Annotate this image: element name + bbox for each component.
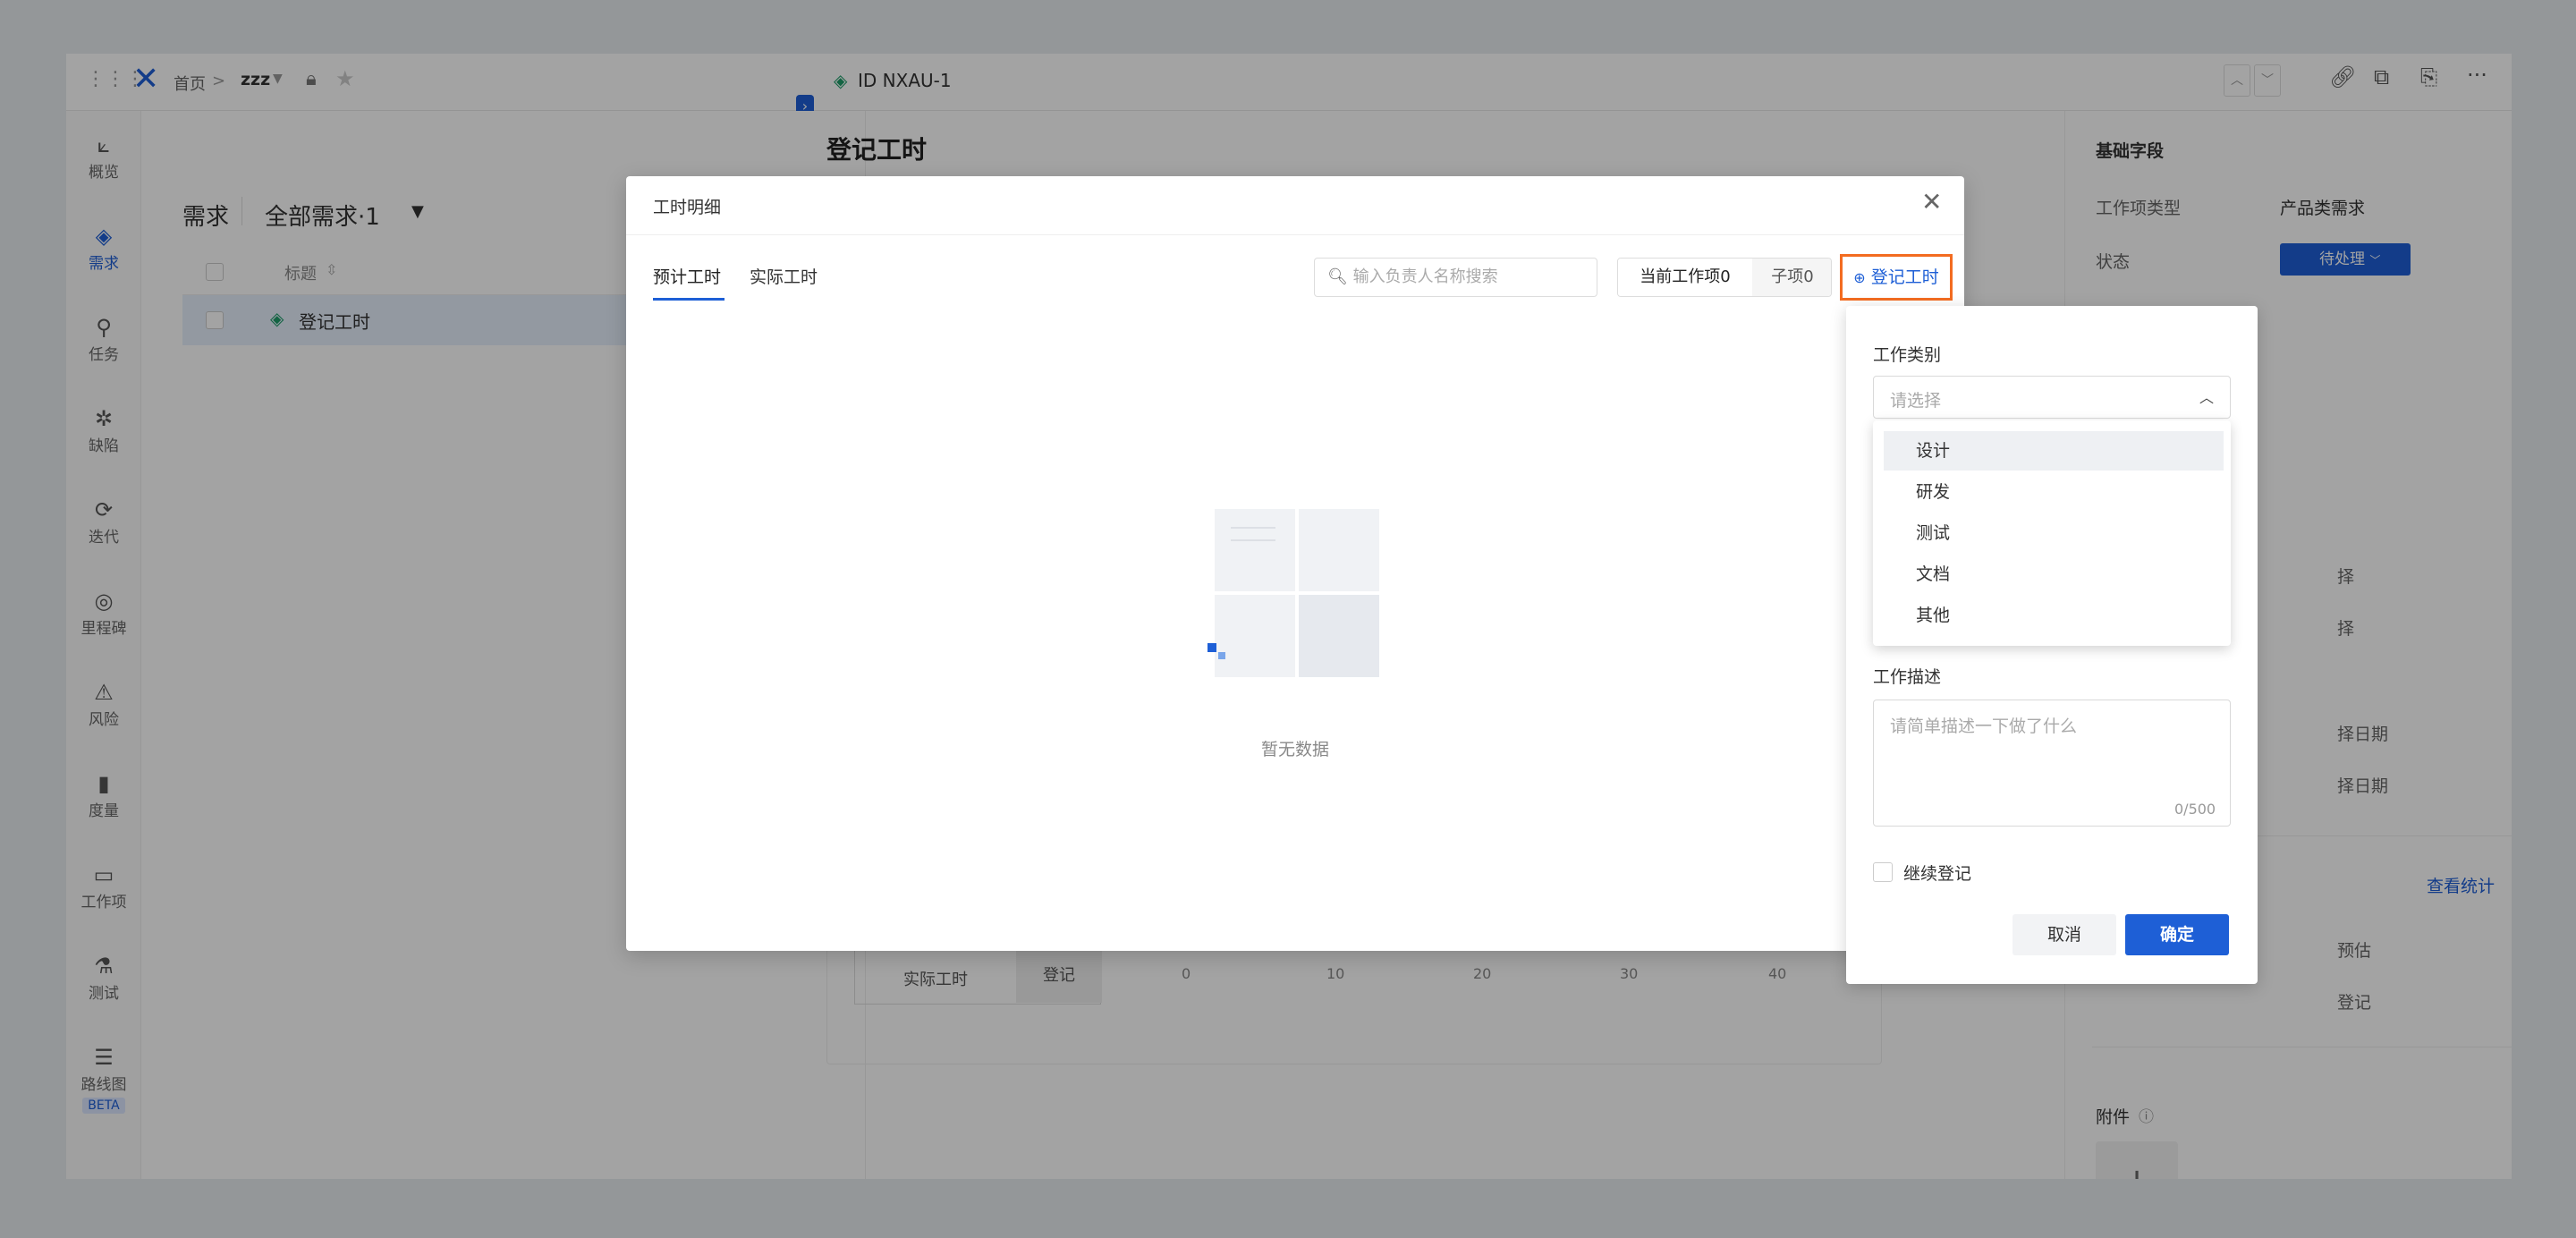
- cancel-button[interactable]: 取消: [2012, 914, 2116, 955]
- category-label: 工作类别: [1873, 345, 1942, 365]
- seg-child-item[interactable]: 子项0: [1752, 259, 1831, 296]
- option-development[interactable]: 研发: [1884, 472, 2224, 512]
- plus-circle-icon: ⊕: [1853, 269, 1866, 286]
- close-icon[interactable]: ✕: [1921, 187, 1942, 216]
- category-placeholder: 请选择: [1890, 391, 1942, 411]
- search-icon: 🔍︎: [1327, 267, 1348, 286]
- continue-label: 继续登记: [1903, 864, 1972, 884]
- modal-header: 工时明细 ✕: [626, 176, 1964, 235]
- seg-current-item[interactable]: 当前工作项0: [1618, 259, 1752, 296]
- chevron-up-icon: ︿: [2199, 389, 2215, 406]
- category-dropdown: 设计 研发 测试 文档 其他: [1873, 420, 2231, 646]
- char-counter: 0/500: [2174, 801, 2216, 818]
- description-placeholder: 请简单描述一下做了什么: [1890, 717, 2078, 736]
- log-hours-button[interactable]: ⊕ 登记工时: [1840, 254, 1953, 301]
- search-placeholder: 输入负责人名称搜索: [1352, 267, 1498, 286]
- description-textarea[interactable]: 请简单描述一下做了什么 0/500: [1873, 700, 2231, 827]
- worklog-modal: 工时明细 ✕ 预计工时 实际工时 🔍︎ 输入负责人名称搜索 当前工作项0 子项0…: [626, 176, 1964, 951]
- empty-text: 暂无数据: [1261, 740, 1330, 759]
- tab-actual-hours[interactable]: 实际工时: [750, 264, 818, 288]
- search-input[interactable]: 🔍︎ 输入负责人名称搜索: [1314, 258, 1597, 297]
- description-label: 工作描述: [1873, 667, 1942, 687]
- option-design[interactable]: 设计: [1884, 431, 2224, 471]
- category-select[interactable]: 请选择 ︿: [1873, 376, 2231, 419]
- option-other[interactable]: 其他: [1884, 596, 2224, 635]
- scope-switch: 当前工作项0 子项0: [1617, 258, 1832, 297]
- confirm-button[interactable]: 确定: [2125, 914, 2229, 955]
- option-testing[interactable]: 测试: [1884, 513, 2224, 553]
- tab-underline: [653, 298, 724, 301]
- tab-estimated-hours[interactable]: 预计工时: [653, 264, 721, 288]
- modal-title: 工时明细: [653, 198, 722, 217]
- log-hours-label: 登记工时: [1870, 267, 1939, 287]
- continue-checkbox[interactable]: [1873, 862, 1893, 882]
- empty-illustration: [1208, 509, 1386, 688]
- option-documentation[interactable]: 文档: [1884, 555, 2224, 594]
